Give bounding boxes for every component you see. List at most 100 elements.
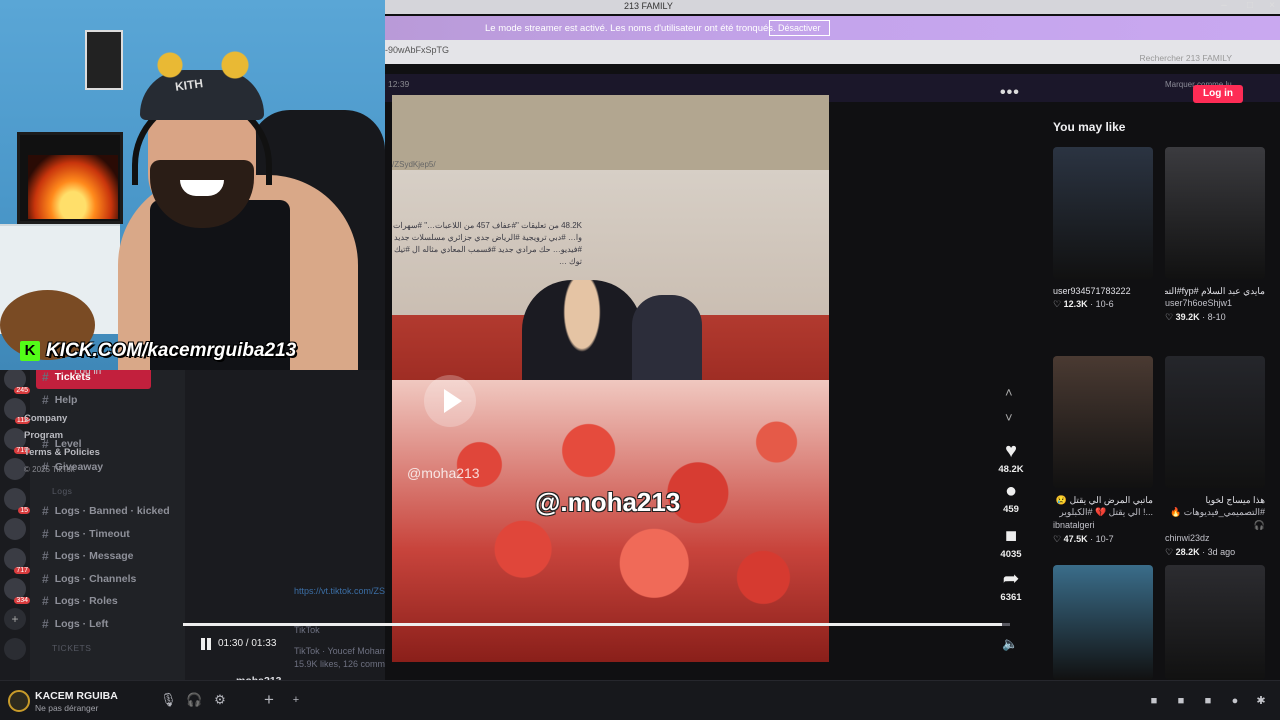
channel-log[interactable]: # Logs · Banned · kicked <box>30 500 185 523</box>
server-icon[interactable] <box>4 518 26 540</box>
video-caption: 48.2K من تعليقات "#عفاف 457 من اللاعبات…… <box>392 221 582 266</box>
video-link-ghost: /ZSydKjep5/ <box>392 160 436 169</box>
suggestion-thumbnail[interactable] <box>1053 356 1153 488</box>
volume-icon[interactable]: 🔈 <box>1002 636 1018 652</box>
pause-icon[interactable] <box>199 637 213 651</box>
server-icon[interactable]: 334 <box>4 578 30 604</box>
server-icon[interactable]: 15 <box>4 488 30 514</box>
footer-company[interactable]: Company <box>24 410 100 427</box>
suggestion-meta: ♡ 47.5K · 10-7 <box>1053 534 1114 544</box>
suggestion-thumbnail[interactable] <box>1165 147 1265 279</box>
video-player[interactable]: /ZSydKjep5/ 48.2K من تعليقات "#عفاف 457 … <box>392 95 829 662</box>
heart-icon: ♡ <box>1165 547 1174 557</box>
server-icon[interactable]: 717 <box>4 428 30 454</box>
watermark-big: @.moha213 <box>535 487 681 517</box>
close-icon[interactable]: × <box>1265 0 1279 11</box>
emoji-icon[interactable]: ● <box>1228 694 1242 708</box>
search-placeholder[interactable]: Rechercher 213 FAMILY <box>1140 53 1232 63</box>
suggestion-card[interactable] <box>1053 565 1153 680</box>
suggestion-title: هذا ميساج لخويا <box>1205 495 1265 505</box>
user-name[interactable]: KACEM RGUIBA <box>35 690 118 702</box>
footer-terms[interactable]: Terms & Policies <box>24 444 100 461</box>
microphone-icon[interactable]: 🎙 <box>160 692 177 708</box>
like-count: 48.2K <box>998 464 1024 475</box>
sticker-icon[interactable]: ■ <box>1201 694 1215 708</box>
suggestion-card[interactable]: ماتبي المرض الي يقتل 😢 اليم ...! الي يقت… <box>1053 356 1153 545</box>
suggestion-author: chinwi23dz <box>1165 533 1210 543</box>
comment-action[interactable]: ● 459 <box>991 480 1031 515</box>
you-may-like-heading: You may like <box>1053 120 1126 134</box>
kick-banner: K KICK.COM/kacemrguiba213 <box>20 340 296 362</box>
channel-help[interactable]: # Help <box>30 389 185 412</box>
suggestion-thumbnail[interactable] <box>1165 565 1265 680</box>
bookmark-icon[interactable]: ■ <box>991 525 1031 547</box>
tiktok-window: 213 FAMILY – □ × Le mode streamer est ac… <box>183 0 1280 680</box>
add-server-icon[interactable]: + <box>4 608 26 630</box>
bookmark-action[interactable]: ■ 4035 <box>991 525 1031 560</box>
suggestion-meta: ♡ 28.2K · 3d ago <box>1165 547 1236 557</box>
login-button[interactable]: Log in <box>1193 85 1243 103</box>
suggestion-thumbnail[interactable] <box>1053 147 1153 279</box>
channel-log[interactable]: # Logs · Left <box>30 613 185 636</box>
share-action[interactable]: ➦ 6361 <box>991 568 1031 603</box>
suggestion-card[interactable]: user934571783222 ♡ 12.3K · 10-6 <box>1053 147 1153 310</box>
video-progress[interactable] <box>183 623 1010 626</box>
heart-icon: ♡ <box>1053 299 1062 309</box>
server-icon[interactable] <box>4 458 26 480</box>
play-icon[interactable] <box>424 375 476 427</box>
server-icon[interactable]: 245 <box>4 368 30 394</box>
suggestion-title: ماتبي المرض الي يقتل 😢 اليم <box>1053 495 1153 505</box>
comment-icon[interactable]: ● <box>991 480 1031 502</box>
like-action[interactable]: ♥ 48.2K <box>991 440 1031 475</box>
more-options-icon[interactable]: ••• <box>1000 84 1020 102</box>
add-small-icon[interactable]: + <box>288 692 304 708</box>
suggestion-card[interactable]: هذا ميساج لخويا #التصميمي_فيديوهات 🔥 🎧 c… <box>1165 356 1265 558</box>
screen: 245 112 717 15 717 334 + # Tickets # Help … <box>0 0 1280 720</box>
category-logs[interactable]: Logs <box>30 478 185 500</box>
add-icon[interactable]: + <box>261 691 277 708</box>
balloon-crown <box>155 50 255 80</box>
suggestion-card[interactable]: مايدي عبد السلام #fyp#التصميمي fo... use… <box>1165 147 1265 323</box>
apps-icon[interactable]: ✱ <box>1254 694 1268 708</box>
share-icon[interactable]: ➦ <box>991 568 1031 590</box>
minimize-icon[interactable]: – <box>1217 0 1231 11</box>
channel-log[interactable]: # Logs · Roles <box>30 590 185 613</box>
watermark-small: @moha213 <box>407 465 480 481</box>
headphones-icon[interactable]: 🎧 <box>186 692 202 708</box>
kick-logo-icon: K <box>20 341 40 361</box>
hash-icon: # <box>42 504 49 519</box>
suggestion-extra: ...! الي يقتل 💔 #الكبلوير <box>1059 507 1153 517</box>
channel-log[interactable]: # Logs · Timeout <box>30 523 185 546</box>
address-bar[interactable]: -90wAbFxSpTG Rechercher 213 FAMILY <box>385 40 1280 64</box>
discover-icon[interactable] <box>4 638 26 660</box>
tiktok-footer-ghost: Company Program Terms & Policies © 2025 … <box>24 410 100 478</box>
video-frame-top <box>392 95 829 170</box>
footer-program[interactable]: Program <box>24 427 100 444</box>
streamer-text: Le mode streamer est activé. Les noms d'… <box>485 23 776 34</box>
hash-icon: # <box>42 526 49 541</box>
chevron-down-icon[interactable]: ˅ <box>1005 410 1013 425</box>
heart-icon[interactable]: ♥ <box>991 440 1031 462</box>
channel-log[interactable]: # Logs · Channels <box>30 568 185 591</box>
gif-icon[interactable]: ■ <box>1174 694 1188 708</box>
gift-icon[interactable]: ■ <box>1147 694 1161 708</box>
server-icon[interactable]: 112 <box>4 398 30 424</box>
server-rail: 245 112 717 15 717 334 + <box>0 360 30 680</box>
maximize-icon[interactable]: □ <box>1243 0 1257 11</box>
avatar[interactable] <box>8 690 30 712</box>
wall-poster <box>85 30 123 90</box>
suggestion-title: user934571783222 <box>1053 286 1131 296</box>
suggestion-thumbnail[interactable] <box>1053 565 1153 680</box>
tv <box>17 132 123 224</box>
suggestion-card[interactable] <box>1165 565 1265 680</box>
category-tickets[interactable]: TICKETS <box>30 635 185 657</box>
gear-icon[interactable]: ⚙ <box>212 692 228 708</box>
suggestion-thumbnail[interactable] <box>1165 356 1265 488</box>
server-icon[interactable]: 717 <box>4 548 30 574</box>
hash-icon: # <box>42 616 49 631</box>
webcam-overlay: KITH K KICK.COM/kacemrguiba213 <box>0 0 385 370</box>
disable-streamer-button[interactable]: Désactiver <box>769 20 830 36</box>
chevron-up-icon[interactable]: ˄ <box>1005 385 1013 400</box>
channel-log[interactable]: # Logs · Message <box>30 545 185 568</box>
hash-icon: # <box>42 549 49 564</box>
